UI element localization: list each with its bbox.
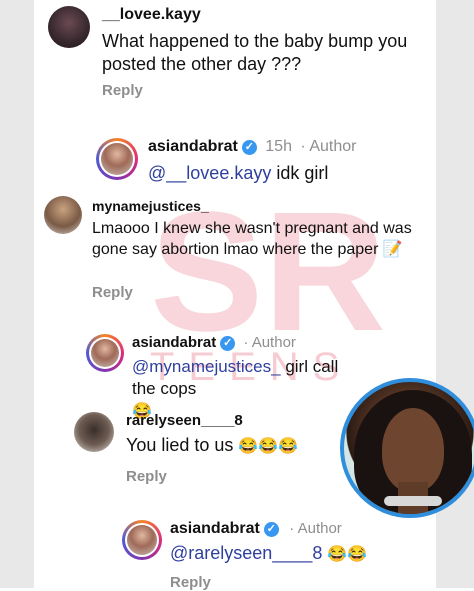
comment-username[interactable]: asiandabrat — [132, 334, 216, 351]
avatar[interactable] — [86, 334, 124, 372]
comment-username[interactable]: asiandabrat — [148, 138, 238, 155]
laugh-emoji: 😂😂 — [327, 546, 368, 563]
avatar[interactable] — [74, 412, 114, 452]
reply-button[interactable]: Reply — [170, 574, 211, 591]
comment-username-row: asiandabrat ✓ · Author — [132, 334, 296, 351]
avatar[interactable] — [44, 196, 82, 234]
comment-username[interactable]: __lovee.kayy — [102, 6, 201, 24]
reply-button[interactable]: Reply — [102, 82, 143, 99]
mention-link[interactable]: @mynamejustices_ — [132, 357, 281, 376]
verified-badge-icon: ✓ — [220, 336, 236, 351]
verified-badge-icon: ✓ — [241, 140, 257, 155]
avatar[interactable] — [48, 6, 90, 48]
comment-username[interactable]: rarelyseen____8 — [126, 412, 243, 429]
avatar[interactable] — [96, 138, 138, 180]
comment-username[interactable]: mynamejustices_ — [92, 198, 209, 214]
reply-button[interactable]: Reply — [92, 284, 133, 301]
comment-time: 15h — [265, 138, 292, 155]
comment-username-row: asiandabrat ✓ 15h · Author — [148, 138, 356, 156]
laugh-emoji: 😂😂😂 — [238, 438, 299, 455]
comment-text: Lmaooo I knew she wasn't pregnant and wa… — [92, 220, 412, 258]
mention-link[interactable]: @__lovee.kayy — [148, 163, 271, 183]
avatar[interactable] — [122, 520, 162, 560]
author-label: · Author — [289, 520, 342, 537]
reply-button[interactable]: Reply — [126, 468, 167, 485]
comment-text: @__lovee.kayy idk girl — [148, 163, 329, 183]
verified-badge-icon: ✓ — [263, 522, 279, 537]
author-label: · Author — [300, 138, 357, 155]
comment-text: @rarelyseen____8 😂😂 — [170, 542, 390, 566]
author-label: · Author — [243, 334, 296, 351]
left-gutter — [0, 0, 34, 588]
comment-text: What happened to the baby bump you poste… — [102, 31, 408, 74]
memo-emoji: 📝 — [382, 241, 403, 258]
comment-username[interactable]: asiandabrat — [170, 520, 260, 537]
mention-link[interactable]: @rarelyseen____8 — [170, 543, 322, 563]
comment-text: You lied to us 😂😂😂 — [126, 434, 346, 458]
overlay-portrait-image — [340, 378, 474, 518]
comment-username-row: asiandabrat ✓ · Author — [170, 520, 342, 538]
